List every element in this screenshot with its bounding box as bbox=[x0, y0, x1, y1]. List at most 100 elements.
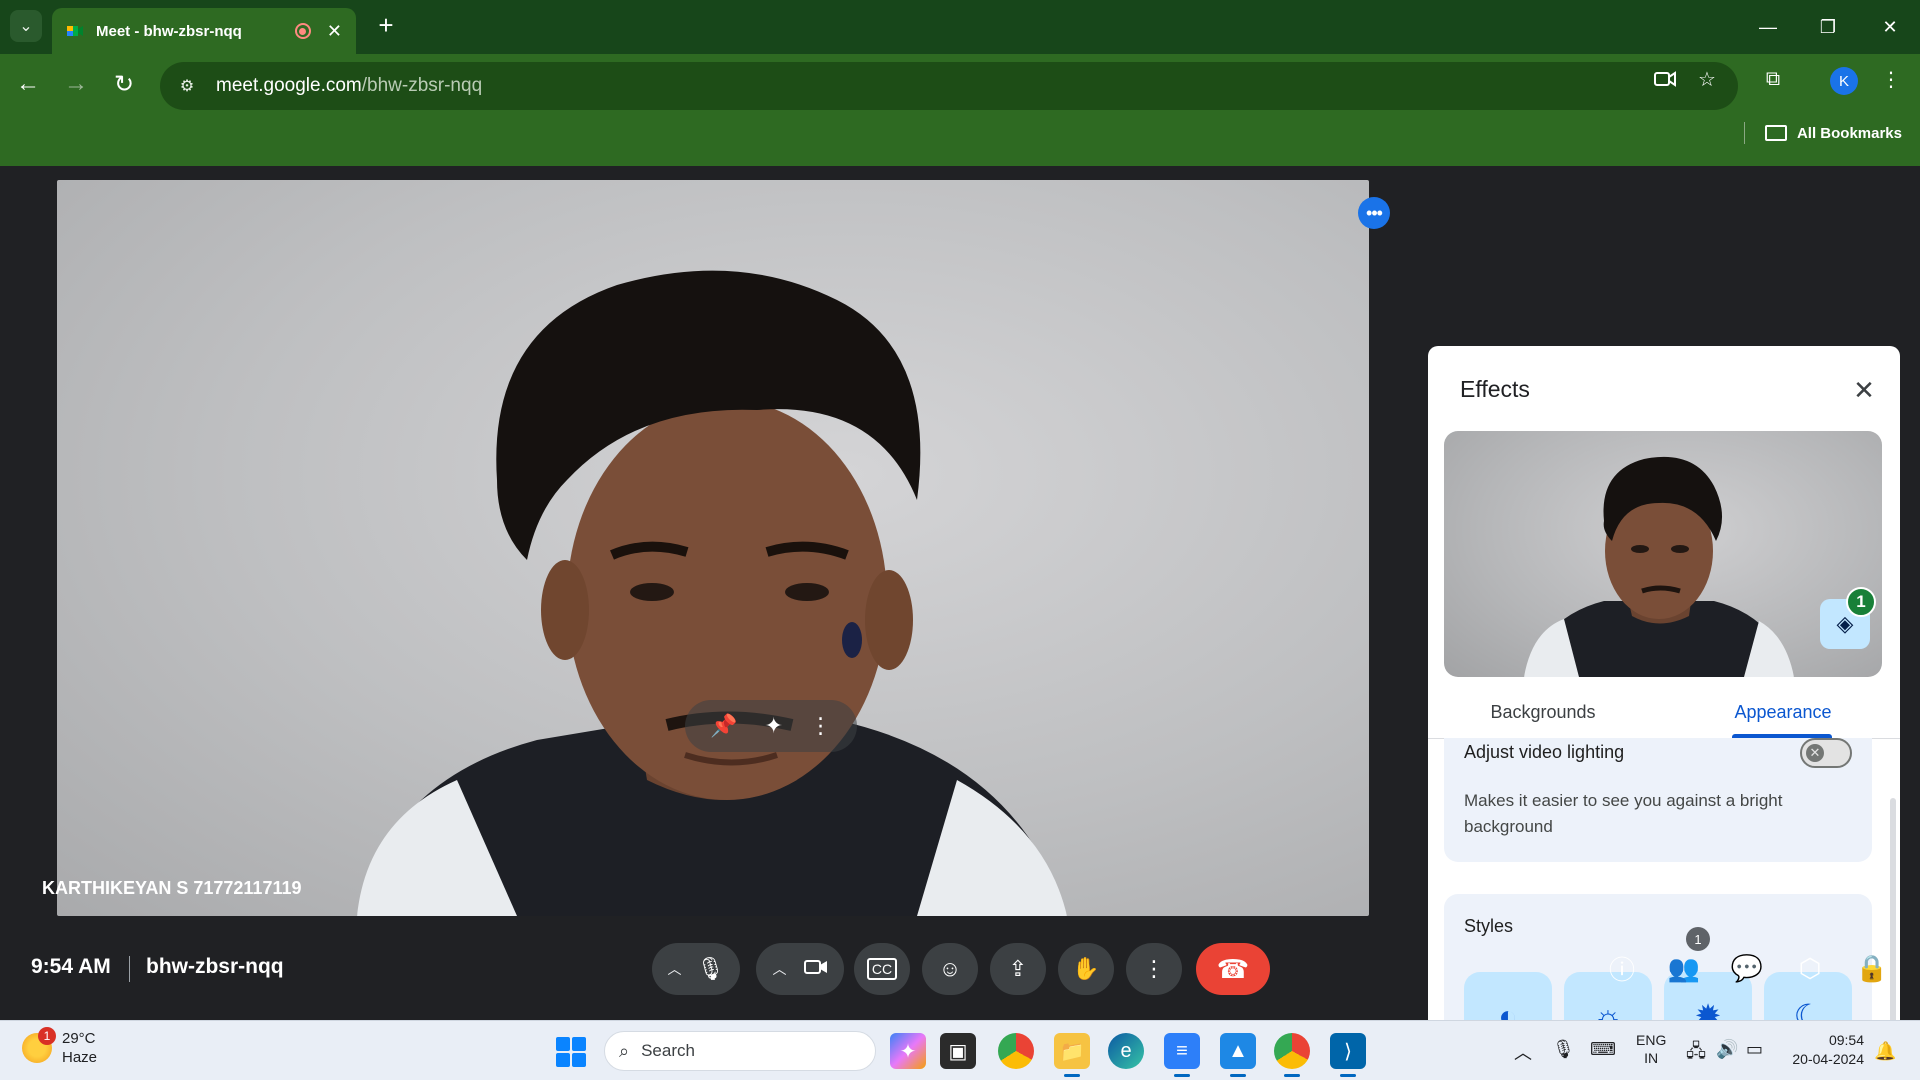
chrome-profile-icon[interactable] bbox=[1274, 1033, 1310, 1077]
tray-microphone-icon[interactable]: 🎙 bbox=[1552, 1039, 1575, 1060]
microphone-icon[interactable]: 🎙 bbox=[697, 956, 725, 982]
forward-arrow-icon[interactable]: → bbox=[58, 66, 94, 102]
adjust-lighting-description: Makes it easier to see you against a bri… bbox=[1464, 791, 1783, 836]
restore-window-icon[interactable]: ❐ bbox=[1800, 0, 1856, 54]
search-icon: ⌕ bbox=[619, 1040, 630, 1061]
effects-title: Effects bbox=[1460, 376, 1530, 402]
meet-favicon-icon bbox=[66, 22, 84, 40]
meeting-details-icon[interactable]: ⓘ bbox=[1602, 948, 1642, 988]
weather-haze-icon: 1 bbox=[22, 1027, 56, 1063]
edge-icon[interactable]: e bbox=[1108, 1033, 1144, 1069]
raise-hand-button[interactable]: ✋ bbox=[1058, 943, 1114, 995]
meeting-code: bhw-zbsr-nqq bbox=[146, 955, 284, 978]
browser-tabstrip: ⌄ Meet - bhw-zbsr-nqq ✕ + — ❐ ✕ bbox=[0, 0, 1920, 54]
chat-icon[interactable]: 💬 bbox=[1727, 948, 1767, 988]
pin-icon[interactable]: 📌 bbox=[710, 713, 737, 739]
people-count-badge: 1 bbox=[1686, 927, 1710, 951]
show-hidden-icons-chevron-icon[interactable]: ︿ bbox=[1514, 1039, 1532, 1065]
address-bar[interactable]: ⚙ meet.google.com/bhw-zbsr-nqq bbox=[160, 62, 1738, 110]
applied-effects-badge: 1 bbox=[1846, 587, 1876, 617]
language-region: IN bbox=[1644, 1050, 1659, 1066]
camera-icon[interactable] bbox=[803, 956, 828, 982]
emoji-icon: ☺ bbox=[938, 956, 962, 981]
tile-options-icon[interactable]: ••• bbox=[1358, 197, 1390, 229]
browser-tab-meet[interactable]: Meet - bhw-zbsr-nqq ✕ bbox=[52, 8, 356, 54]
back-arrow-icon[interactable]: ← bbox=[10, 66, 46, 102]
battery-icon[interactable]: ▭ bbox=[1746, 1039, 1763, 1060]
weather-badge: 1 bbox=[38, 1027, 56, 1045]
url-text: meet.google.com/bhw-zbsr-nqq bbox=[216, 75, 482, 97]
network-icon[interactable]: 🖧 bbox=[1686, 1039, 1706, 1069]
styles-label: Styles bbox=[1464, 916, 1514, 936]
tab-backgrounds[interactable]: Backgrounds bbox=[1468, 686, 1618, 738]
camera-options-chevron-icon[interactable]: ︿ bbox=[773, 959, 787, 979]
notepad-icon[interactable]: ≡ bbox=[1164, 1033, 1200, 1077]
site-info-icon[interactable]: ⚙ bbox=[176, 75, 198, 97]
tile-more-options-icon[interactable]: ⋮ bbox=[810, 713, 832, 739]
present-screen-icon: ⇪ bbox=[1008, 956, 1028, 981]
host-controls-icon[interactable]: 🔒 bbox=[1852, 948, 1892, 988]
bookmark-star-icon[interactable]: ☆ bbox=[1694, 66, 1720, 92]
all-bookmarks-label: All Bookmarks bbox=[1796, 124, 1902, 142]
windows-start-icon[interactable] bbox=[556, 1037, 586, 1067]
self-view-preview: ◈ 1 bbox=[1444, 431, 1882, 677]
toggle-off-x-icon: ✕ bbox=[1806, 744, 1824, 762]
mic-options-chevron-icon[interactable]: ︿ bbox=[668, 959, 682, 979]
participant-video-tile[interactable]: 📌 ✦ ⋮ bbox=[57, 180, 1369, 916]
close-effects-icon[interactable]: ✕ bbox=[1848, 374, 1880, 406]
volume-icon[interactable]: 🔊 bbox=[1716, 1039, 1738, 1060]
activities-icon[interactable]: ⬡ bbox=[1790, 948, 1830, 988]
minimize-window-icon[interactable]: — bbox=[1740, 0, 1796, 54]
url-host: meet.google.com bbox=[216, 75, 362, 96]
tile-overlay-controls: 📌 ✦ ⋮ bbox=[685, 700, 857, 752]
photos-icon[interactable]: ▲ bbox=[1220, 1033, 1256, 1077]
copilot-icon[interactable]: ✦ bbox=[890, 1033, 926, 1069]
task-view-icon[interactable]: ▣ bbox=[940, 1033, 976, 1069]
tab-appearance[interactable]: Appearance bbox=[1708, 686, 1858, 738]
url-path: /bhw-zbsr-nqq bbox=[361, 75, 483, 96]
browser-toolbar: ← → ↻ ⚙ meet.google.com/bhw-zbsr-nqq ☆ ⧉… bbox=[0, 54, 1920, 166]
extensions-icon[interactable]: ⧉ bbox=[1760, 66, 1786, 92]
tab-title: Meet - bhw-zbsr-nqq bbox=[96, 22, 242, 40]
recording-indicator-icon bbox=[294, 23, 311, 39]
all-bookmarks-button[interactable]: All Bookmarks bbox=[1743, 122, 1902, 144]
input-language[interactable]: ENG IN bbox=[1636, 1031, 1666, 1067]
system-clock[interactable]: 09:54 20-04-2024 bbox=[1782, 1031, 1864, 1069]
visual-effects-sparkle-icon[interactable]: ✦ bbox=[764, 713, 782, 739]
effects-tabs: Backgrounds Appearance bbox=[1428, 686, 1900, 739]
participant-video bbox=[357, 270, 1067, 916]
camera-control[interactable]: ︿ bbox=[756, 943, 844, 995]
clock-divider bbox=[129, 956, 130, 982]
adjust-lighting-toggle[interactable]: ✕ bbox=[1800, 738, 1852, 768]
browser-menu-icon[interactable]: ⋮ bbox=[1878, 66, 1904, 92]
people-icon[interactable]: 👥 bbox=[1664, 948, 1704, 988]
profile-avatar[interactable]: K bbox=[1830, 67, 1858, 95]
file-explorer-icon[interactable]: 📁 bbox=[1054, 1033, 1090, 1077]
close-window-icon[interactable]: ✕ bbox=[1862, 0, 1918, 54]
system-date: 20-04-2024 bbox=[1792, 1051, 1864, 1067]
leave-call-button[interactable]: ☎ bbox=[1196, 943, 1270, 995]
camera-in-use-icon[interactable] bbox=[1652, 66, 1678, 92]
microphone-control[interactable]: ︿ 🎙 bbox=[652, 943, 740, 995]
weather-widget[interactable]: 1 29°C Haze bbox=[22, 1027, 98, 1067]
folder-icon bbox=[1764, 125, 1787, 141]
reactions-button[interactable]: ☺ bbox=[922, 943, 978, 995]
tab-search-button[interactable]: ⌄ bbox=[10, 10, 42, 42]
present-screen-button[interactable]: ⇪ bbox=[990, 943, 1046, 995]
chrome-icon[interactable] bbox=[998, 1033, 1034, 1069]
vscode-icon[interactable]: ⟩ bbox=[1330, 1033, 1366, 1077]
adjust-lighting-card: Adjust video lighting ✕ Makes it easier … bbox=[1444, 738, 1872, 862]
search-placeholder: Search bbox=[641, 1041, 695, 1060]
new-tab-button[interactable]: + bbox=[370, 10, 402, 42]
reload-icon[interactable]: ↻ bbox=[106, 66, 142, 102]
weather-condition: Haze bbox=[62, 1049, 98, 1066]
notifications-bell-icon[interactable]: 🔔 bbox=[1874, 1041, 1896, 1062]
more-options-button[interactable]: ⋮ bbox=[1126, 943, 1182, 995]
meeting-clock: 9:54 AM bbox=[31, 955, 111, 978]
system-time: 09:54 bbox=[1828, 1032, 1864, 1048]
tab-close-icon[interactable]: ✕ bbox=[327, 21, 342, 42]
hand-icon: ✋ bbox=[1072, 956, 1100, 981]
keyboard-icon[interactable]: ⌨ bbox=[1590, 1039, 1616, 1060]
captions-button[interactable]: CC bbox=[854, 943, 910, 995]
taskbar-search[interactable]: ⌕ Search bbox=[604, 1031, 876, 1071]
